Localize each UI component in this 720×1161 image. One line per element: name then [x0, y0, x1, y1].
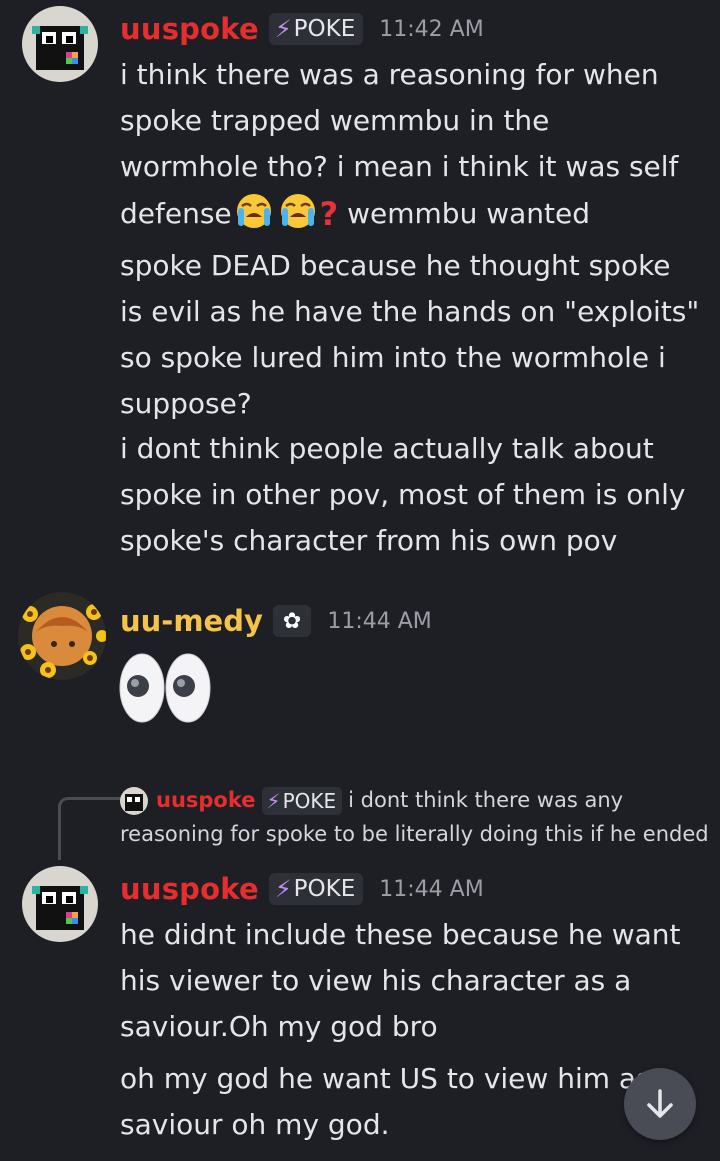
message-line: his viewer to view his character as a	[120, 964, 632, 998]
message-header: uu-medy ✿ 11:44 AM	[120, 604, 432, 638]
message-line: i dont think people actually talk about	[120, 432, 654, 465]
bolt-icon: ⚡	[274, 15, 292, 43]
bolt-icon: ⚡	[274, 875, 292, 903]
message-line: is evil as he have the hands on "exploit…	[120, 295, 700, 329]
username[interactable]: uu-medy	[120, 604, 263, 638]
message-line: spoke trapped wemmbu in the	[120, 104, 550, 138]
uu-medy-avatar[interactable]	[18, 592, 106, 680]
poke-tag[interactable]: ⚡ POKE	[268, 13, 364, 45]
reply-avatar	[120, 787, 148, 815]
uuspoke-avatar[interactable]	[22, 866, 98, 942]
bolt-icon: ⚡	[266, 789, 281, 813]
crying-face-emoji	[276, 193, 320, 243]
tag-label: POKE	[282, 789, 337, 813]
arrow-down-icon	[647, 1089, 673, 1118]
message-followup: i dont think people actually talk about …	[120, 426, 700, 565]
message-body: i think there was a reasoning for when s…	[120, 52, 700, 428]
flower-badge[interactable]: ✿	[272, 605, 312, 637]
reply-line-1: uuspoke ⚡ POKE i dont think there was any	[120, 783, 710, 817]
poke-tag[interactable]: ⚡ POKE	[268, 873, 364, 905]
tag-label: POKE	[293, 876, 356, 902]
reply-preview[interactable]: uuspoke ⚡ POKE i dont think there was any r…	[120, 783, 710, 851]
message-header: uuspoke ⚡ POKE 11:42 AM	[120, 12, 484, 46]
message-line: so spoke lured him into the wormhole i	[120, 341, 666, 375]
crying-face-emoji	[232, 193, 276, 243]
username[interactable]: uuspoke	[120, 12, 259, 46]
reply-text: i dont think there was any	[348, 788, 624, 812]
message-body: he didnt include these because he want h…	[120, 912, 700, 1051]
message-line: suppose?	[120, 387, 252, 421]
line-text: defense	[120, 196, 232, 230]
message-line: oh my god he want US to view him as	[120, 1062, 651, 1095]
message-line: spoke's character from his own pov	[120, 524, 618, 558]
red-question-mark-emoji: ?	[319, 194, 339, 233]
reply-poke-tag: ⚡ POKE	[261, 787, 343, 815]
reply-connector	[58, 797, 121, 860]
message-header: uuspoke ⚡ POKE 11:44 AM	[120, 872, 484, 906]
message-line: saviour.Oh my god bro	[120, 1010, 438, 1044]
message-line: spoke DEAD because he thought spoke	[120, 248, 671, 282]
message-line: saviour oh my god.	[120, 1108, 390, 1142]
tag-label: POKE	[293, 16, 356, 42]
message-line: i think there was a reasoning for when	[120, 58, 659, 91]
username[interactable]: uuspoke	[120, 872, 259, 906]
timestamp: 11:44 AM	[379, 876, 484, 902]
timestamp: 11:44 AM	[327, 608, 432, 634]
line-text: wemmbu wanted	[338, 196, 590, 230]
message-line: defense? wemmbu wanted	[120, 191, 700, 243]
message-line: spoke in other pov, most of them is only	[120, 478, 686, 512]
uuspoke-avatar[interactable]	[22, 6, 98, 82]
flower-icon: ✿	[282, 608, 302, 634]
message-line: he didnt include these because he want	[120, 918, 681, 951]
jump-to-bottom-button[interactable]	[624, 1068, 696, 1140]
message-line: wormhole tho? i mean i think it was self	[120, 150, 679, 184]
eyes-emoji	[118, 652, 214, 728]
reply-line-2: reasoning for spoke to be literally doin…	[120, 822, 709, 846]
reply-username: uuspoke	[156, 788, 256, 812]
message-followup: oh my god he want US to view him as savi…	[120, 1056, 700, 1148]
timestamp: 11:42 AM	[379, 16, 484, 42]
